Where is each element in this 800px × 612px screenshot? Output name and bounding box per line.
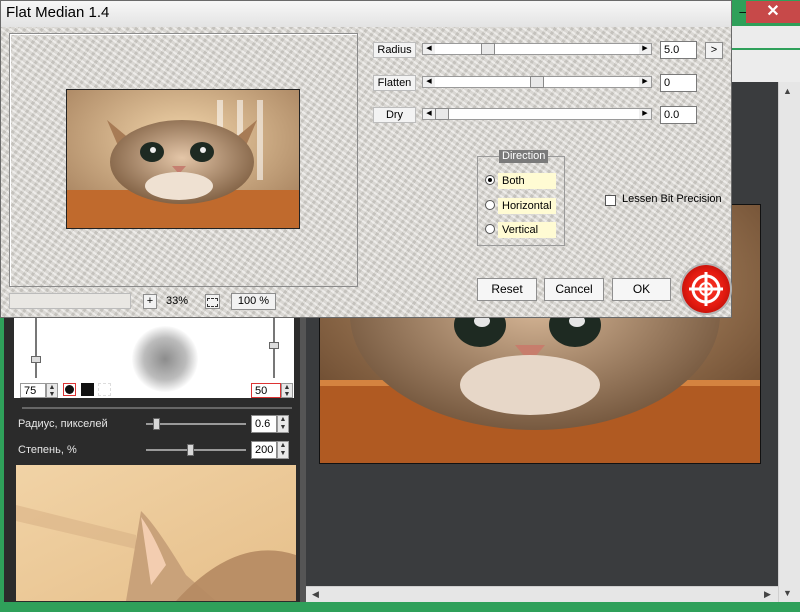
- slider-right-icon[interactable]: ▶: [639, 109, 651, 119]
- brush-hardness-slider[interactable]: [35, 318, 37, 378]
- brush-opacity-field[interactable]: 50: [251, 383, 281, 398]
- horizontal-scrollbar[interactable]: ◀ ▶: [306, 586, 778, 603]
- lessen-bit-precision-label[interactable]: Lessen Bit Precision: [622, 193, 722, 205]
- radius-slider-thumb[interactable]: [153, 418, 160, 430]
- spin-up-down-icon[interactable]: ▲ ▼: [46, 383, 58, 398]
- direction-both-label[interactable]: Both: [498, 173, 556, 189]
- radio-icon[interactable]: [485, 200, 495, 210]
- lessen-bit-precision-checkbox[interactable]: [605, 195, 616, 206]
- radius-param-label: Radius: [373, 42, 416, 58]
- spin-up-down-icon[interactable]: ▲ ▼: [277, 441, 289, 459]
- slider-right-icon[interactable]: ▶: [639, 77, 651, 87]
- radius-param-thumb[interactable]: [481, 43, 495, 55]
- flatten-param-slider[interactable]: ◀ ▶: [422, 76, 652, 88]
- expand-button[interactable]: >: [705, 42, 723, 59]
- flatten-param-thumb[interactable]: [530, 76, 544, 88]
- radius-param-value[interactable]: 5.0: [660, 41, 697, 59]
- direction-horizontal-label[interactable]: Horizontal: [498, 198, 556, 214]
- brush-square-icon[interactable]: [81, 383, 94, 396]
- brush-hardness-thumb[interactable]: [31, 356, 41, 363]
- cat-ear-zoom-preview: [16, 465, 296, 601]
- dry-param-thumb[interactable]: [435, 108, 449, 120]
- host-divider: [730, 48, 800, 50]
- preview-image[interactable]: [66, 89, 300, 229]
- strength-slider-track[interactable]: [146, 449, 246, 451]
- flatten-param-value[interactable]: 0: [660, 74, 697, 92]
- strength-field[interactable]: 200: [251, 441, 277, 459]
- radio-selected-icon[interactable]: [485, 175, 495, 185]
- radius-slider-track[interactable]: [146, 423, 246, 425]
- ok-button[interactable]: OK: [612, 278, 671, 301]
- brush-hardness-field[interactable]: 75: [20, 383, 46, 398]
- plugin-logo-icon[interactable]: [682, 265, 730, 313]
- slider-left-icon[interactable]: ◀: [423, 109, 435, 119]
- scroll-up-icon[interactable]: ▲: [783, 86, 792, 96]
- dialog-titlebar[interactable]: Flat Median 1.4: [1, 1, 731, 28]
- plugin-dialog: Flat Median 1.4 + 33% 100 % Radius ◀ ▶ 5…: [0, 0, 732, 318]
- brush-circle-icon[interactable]: [63, 383, 76, 396]
- reset-button[interactable]: Reset: [477, 278, 537, 301]
- radius-param-slider[interactable]: ◀ ▶: [422, 43, 652, 55]
- scroll-down-icon[interactable]: ▼: [783, 588, 792, 598]
- panel-divider: [22, 407, 292, 409]
- radius-field[interactable]: 0.6: [251, 415, 277, 433]
- dry-param-slider[interactable]: ◀ ▶: [422, 108, 652, 120]
- brush-opacity-thumb[interactable]: [269, 342, 279, 349]
- radio-icon[interactable]: [485, 224, 495, 234]
- navigator-thumbnail[interactable]: [16, 465, 296, 601]
- host-frame-bottom: [0, 602, 800, 612]
- direction-group-title: Direction: [499, 150, 549, 163]
- spin-up-down-icon[interactable]: ▲ ▼: [277, 415, 289, 433]
- cat-photo-preview: [67, 90, 299, 228]
- cancel-button[interactable]: Cancel: [544, 278, 604, 301]
- host-close-button[interactable]: ✕: [746, 1, 800, 23]
- strength-slider-thumb[interactable]: [187, 444, 194, 456]
- direction-vertical-label[interactable]: Vertical: [498, 222, 556, 238]
- zoom-level: 33%: [166, 295, 189, 307]
- crosshair-logo-icon: [689, 272, 723, 306]
- host-toolbar-strip: [730, 26, 800, 82]
- slider-left-icon[interactable]: ◀: [423, 77, 435, 87]
- slider-left-icon[interactable]: ◀: [423, 44, 435, 54]
- slider-right-icon[interactable]: ▶: [639, 44, 651, 54]
- zoom-100-button[interactable]: 100 %: [231, 293, 276, 310]
- vertical-scrollbar[interactable]: ▲ ▼: [778, 82, 800, 602]
- progress-bar: [9, 293, 131, 309]
- fit-view-icon[interactable]: [205, 294, 220, 309]
- spin-up-down-icon[interactable]: ▲ ▼: [281, 383, 293, 398]
- radius-label: Радиус, пикселей: [18, 418, 108, 430]
- panel-splitter[interactable]: [300, 318, 306, 602]
- zoom-in-button[interactable]: +: [143, 294, 157, 309]
- scroll-right-icon[interactable]: ▶: [764, 589, 771, 600]
- flatten-param-label: Flatten: [373, 75, 416, 91]
- strength-label: Степень, %: [18, 444, 77, 456]
- scroll-left-icon[interactable]: ◀: [312, 589, 319, 600]
- dialog-title: Flat Median 1.4: [6, 4, 110, 21]
- dry-param-value[interactable]: 0.0: [660, 106, 697, 124]
- selection-icon[interactable]: [98, 383, 111, 396]
- dry-param-label: Dry: [373, 107, 416, 123]
- brush-falloff-preview: [132, 326, 198, 392]
